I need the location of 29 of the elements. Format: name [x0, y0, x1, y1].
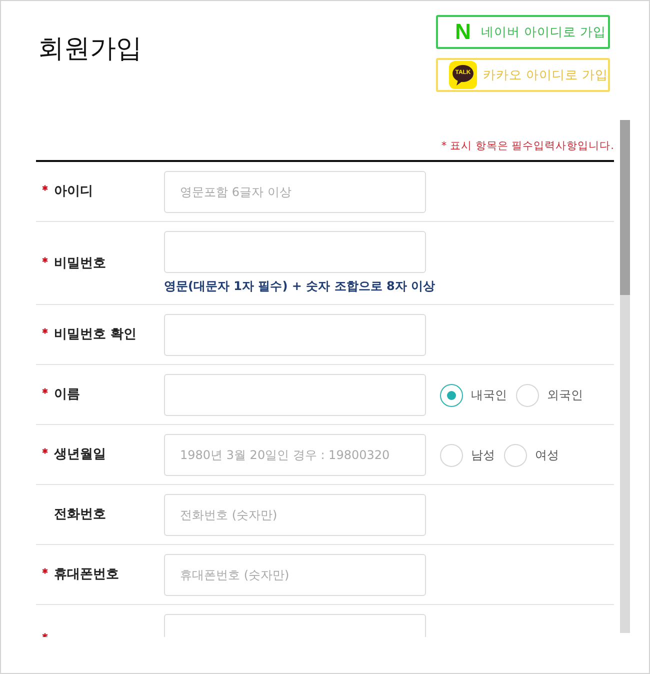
input-field[interactable]: 휴대폰번호 (숫자만) [164, 554, 426, 596]
input-field[interactable]: 1980년 3월 20일인 경우 : 19800320 [164, 434, 426, 476]
radio-label[interactable]: 내국인 [471, 386, 507, 404]
input-field[interactable]: 전화번호 (숫자만) [164, 494, 426, 536]
radio-label[interactable]: 여성 [535, 446, 559, 464]
page-title: 회원가입 [38, 33, 142, 66]
input-field[interactable] [164, 314, 426, 356]
input-field[interactable] [164, 231, 426, 273]
logo-letter: N [455, 21, 471, 43]
field-label: 비밀번호 [54, 256, 106, 272]
radio-label[interactable]: 외국인 [547, 386, 583, 404]
input-field[interactable]: 영문포함 6글자 이상 [164, 171, 426, 213]
field-label: 비밀번호 확인 [54, 327, 137, 343]
field-label: 전화번호 [54, 507, 106, 523]
scrollbar-thumb[interactable] [620, 120, 630, 295]
scrollbar[interactable] [620, 120, 630, 633]
radio-label[interactable]: 남성 [471, 446, 495, 464]
field-label: 생년월일 [54, 447, 106, 463]
radio-button[interactable] [504, 444, 527, 466]
radio-button[interactable] [440, 444, 463, 466]
help-text: 영문(대문자 1자 필수) + 숫자 조합으로 8자 이상 [164, 279, 436, 294]
radio-button[interactable] [440, 384, 463, 406]
radio-button[interactable] [516, 384, 539, 406]
field-label: 아이디 [54, 184, 93, 200]
speech-bubble-icon [449, 61, 477, 89]
field-label: 휴대폰번호 [54, 567, 119, 583]
required-note: * 표시 항목은 필수입력사항입니다. [440, 139, 614, 154]
field-label: 이름 [54, 387, 80, 403]
input-field[interactable] [164, 374, 426, 416]
